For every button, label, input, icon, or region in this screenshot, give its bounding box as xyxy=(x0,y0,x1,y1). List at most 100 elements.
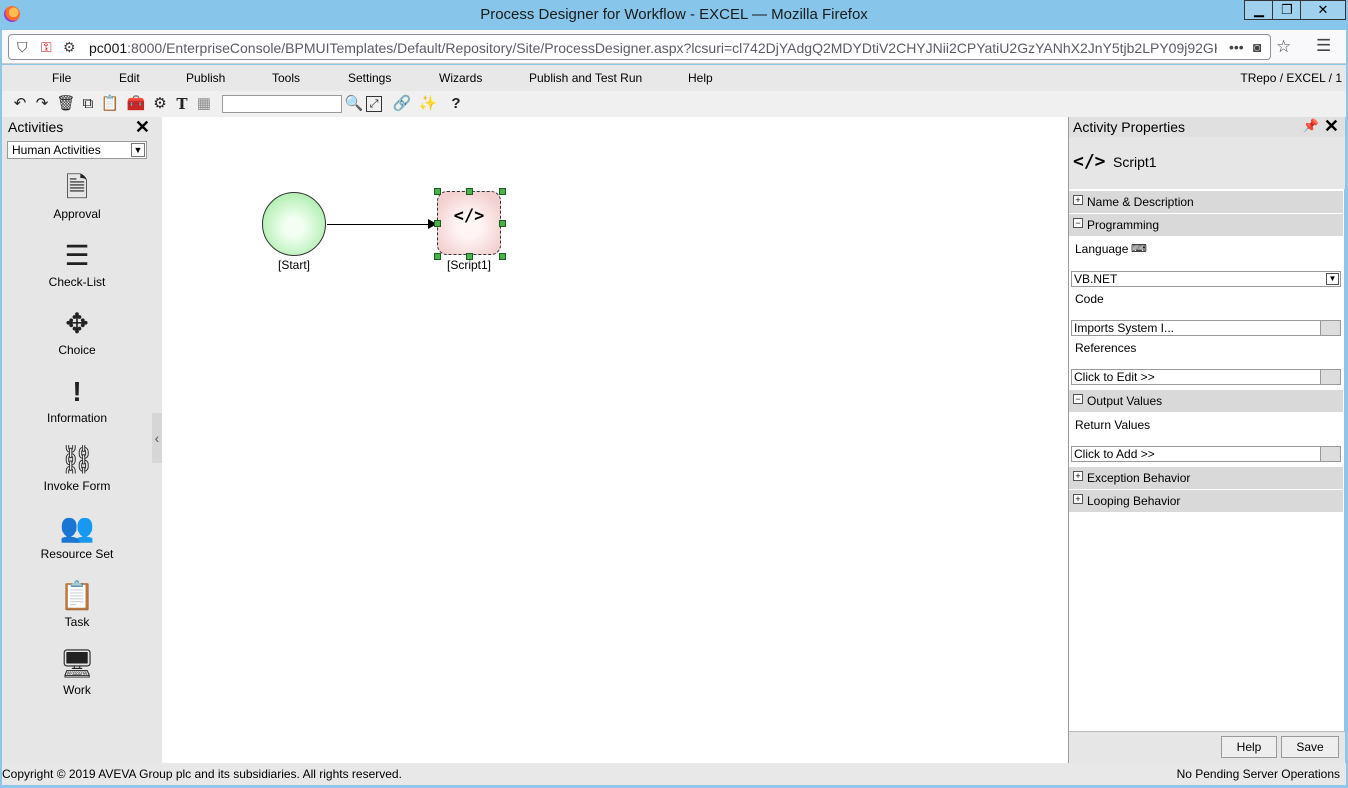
hamburger-menu-icon[interactable]: ☰ xyxy=(1316,36,1331,56)
activity-label: Work xyxy=(63,683,91,697)
code-field[interactable]: Imports System I... xyxy=(1071,320,1341,336)
save-button[interactable]: Save xyxy=(1281,736,1339,758)
menu-file[interactable]: File xyxy=(52,71,71,85)
designer-toolbar: ↶ ↷ 🗑 ⧉ 📋 🧰 ⚙ T ▦ 🔍 ⤢ 🔗 ✨ ? xyxy=(2,91,1346,117)
menu-tools[interactable]: Tools xyxy=(272,71,300,85)
resource-set-icon: 👥 xyxy=(59,512,95,543)
resize-handle[interactable] xyxy=(499,188,506,195)
references-edit-button[interactable] xyxy=(1320,370,1340,384)
search-icon[interactable]: 🔍 xyxy=(344,94,364,114)
activity-information[interactable]: ! Information xyxy=(2,375,152,425)
invoke-form-icon: ⛓ xyxy=(59,444,95,475)
menu-edit[interactable]: Edit xyxy=(119,71,140,85)
close-icon[interactable]: ✕ xyxy=(135,117,150,138)
resize-handle[interactable] xyxy=(434,188,441,195)
section-title: Looping Behavior xyxy=(1087,494,1181,508)
permissions-icon[interactable]: ⚙ xyxy=(63,39,76,56)
bookmark-star-icon[interactable]: ☆ xyxy=(1276,37,1291,57)
help-button[interactable]: Help xyxy=(1221,736,1277,758)
activity-task[interactable]: 📋 Task xyxy=(2,579,152,629)
undo-icon[interactable]: ↶ xyxy=(10,94,30,114)
language-label: Language xyxy=(1075,242,1129,256)
return-values-add-button[interactable] xyxy=(1320,447,1340,461)
keyboard-icon[interactable]: ⌨ xyxy=(1131,242,1147,255)
activity-invoke-form[interactable]: ⛓ Invoke Form xyxy=(2,443,152,493)
section-looping-behavior[interactable]: + Looping Behavior xyxy=(1069,490,1343,512)
script-code-icon: </> xyxy=(453,206,485,226)
activity-resource-set[interactable]: 👥 Resource Set xyxy=(2,511,152,561)
section-output-values[interactable]: − Output Values xyxy=(1069,390,1343,412)
activity-approval[interactable]: 🗎 Approval xyxy=(2,171,152,221)
address-bar[interactable]: ⛉ ⚿ ⚙ pc001:8000/EnterpriseConsole/BPMUI… xyxy=(8,34,1271,60)
magic-wand-icon[interactable]: ✨ xyxy=(418,94,438,114)
shield-icon[interactable]: ⛉ xyxy=(17,39,28,56)
expand-icon[interactable]: + xyxy=(1073,494,1083,504)
selected-activity: </> Script1 xyxy=(1069,137,1345,189)
pin-icon[interactable]: 📌 xyxy=(1303,118,1319,134)
expand-icon[interactable]: + xyxy=(1073,471,1083,481)
app-menubar: File Edit Publish Tools Settings Wizards… xyxy=(2,65,1346,91)
activity-category-select[interactable]: Human Activities ▼ xyxy=(7,141,147,159)
menu-settings[interactable]: Settings xyxy=(348,71,391,85)
collapse-icon[interactable]: − xyxy=(1073,394,1083,404)
return-values-label: Return Values xyxy=(1075,418,1151,432)
start-node[interactable] xyxy=(262,192,326,256)
delete-icon[interactable]: 🗑 xyxy=(56,94,76,114)
zoom-fit-icon[interactable]: ⤢ xyxy=(366,96,382,112)
canvas-search-input[interactable] xyxy=(222,95,342,113)
start-node-label: [Start] xyxy=(277,258,310,272)
menu-publish[interactable]: Publish xyxy=(186,71,225,85)
resize-handle[interactable] xyxy=(499,220,506,227)
menu-publish-test-run[interactable]: Publish and Test Run xyxy=(529,71,642,85)
insecure-lock-icon[interactable]: ⚿ xyxy=(41,39,52,56)
activity-choice[interactable]: ✥ Choice xyxy=(2,307,152,357)
code-label: Code xyxy=(1075,292,1104,306)
link-icon[interactable]: 🔗 xyxy=(392,94,412,114)
paste-icon[interactable]: 📋 xyxy=(100,94,120,114)
text-tool-icon[interactable]: T xyxy=(172,94,192,114)
chevron-down-icon[interactable]: ▼ xyxy=(1326,273,1339,285)
process-canvas[interactable]: [Start] </> [Script1] xyxy=(162,117,1068,763)
menu-wizards[interactable]: Wizards xyxy=(439,71,482,85)
section-programming[interactable]: − Programming xyxy=(1069,214,1343,236)
activity-label: Check-List xyxy=(48,275,106,289)
help-icon[interactable]: ? xyxy=(446,94,466,114)
code-edit-button[interactable] xyxy=(1320,321,1340,335)
menu-help[interactable]: Help xyxy=(688,71,713,85)
redo-icon[interactable]: ↷ xyxy=(32,94,52,114)
window-titlebar: Process Designer for Workflow - EXCEL — … xyxy=(0,0,1348,30)
resize-handle[interactable] xyxy=(434,220,441,227)
resize-handle[interactable] xyxy=(466,188,473,195)
close-icon[interactable]: ✕ xyxy=(1324,116,1339,137)
minimize-button[interactable]: ▁ xyxy=(1244,0,1274,20)
language-select[interactable]: VB.NET ▼ xyxy=(1071,271,1341,287)
grid-icon[interactable]: ▦ xyxy=(194,94,214,114)
collapse-panel-button[interactable]: ‹ xyxy=(152,413,162,463)
pocket-icon[interactable]: ◙ xyxy=(1253,39,1261,55)
collapse-icon[interactable]: − xyxy=(1073,218,1083,228)
expand-icon[interactable]: + xyxy=(1073,195,1083,205)
properties-title: Activity Properties xyxy=(1073,119,1186,135)
toolbox-icon[interactable]: 🧰 xyxy=(126,94,146,114)
url-text[interactable]: pc001:8000/EnterpriseConsole/BPMUITempla… xyxy=(89,40,1217,56)
window-title: Process Designer for Workflow - EXCEL — … xyxy=(480,6,868,23)
chevron-down-icon[interactable]: ▼ xyxy=(131,143,145,157)
maximize-button[interactable]: ❐ xyxy=(1272,0,1302,20)
script-node[interactable]: </> xyxy=(437,191,501,255)
language-value: VB.NET xyxy=(1074,272,1118,286)
code-value: Imports System I... xyxy=(1074,321,1175,335)
section-exception-behavior[interactable]: + Exception Behavior xyxy=(1069,467,1343,489)
references-field[interactable]: Click to Edit >> xyxy=(1071,369,1341,385)
activity-work[interactable]: 🖥 Work xyxy=(2,647,152,697)
page-actions-icon[interactable]: ••• xyxy=(1229,39,1244,55)
activity-checklist[interactable]: ☰ Check-List xyxy=(2,239,152,289)
section-name-description[interactable]: + Name & Description xyxy=(1069,191,1343,213)
status-bar: Copyright © 2019 AVEVA Group plc and its… xyxy=(2,763,1346,785)
repository-path: TRepo / EXCEL / 1 xyxy=(1240,71,1342,85)
copy-icon[interactable]: ⧉ xyxy=(78,94,98,114)
connector-line[interactable] xyxy=(327,224,432,225)
settings-gear-icon[interactable]: ⚙ xyxy=(150,94,170,114)
return-values-field[interactable]: Click to Add >> xyxy=(1071,446,1341,462)
information-icon: ! xyxy=(72,376,82,407)
close-window-button[interactable]: ✕ xyxy=(1300,0,1346,20)
